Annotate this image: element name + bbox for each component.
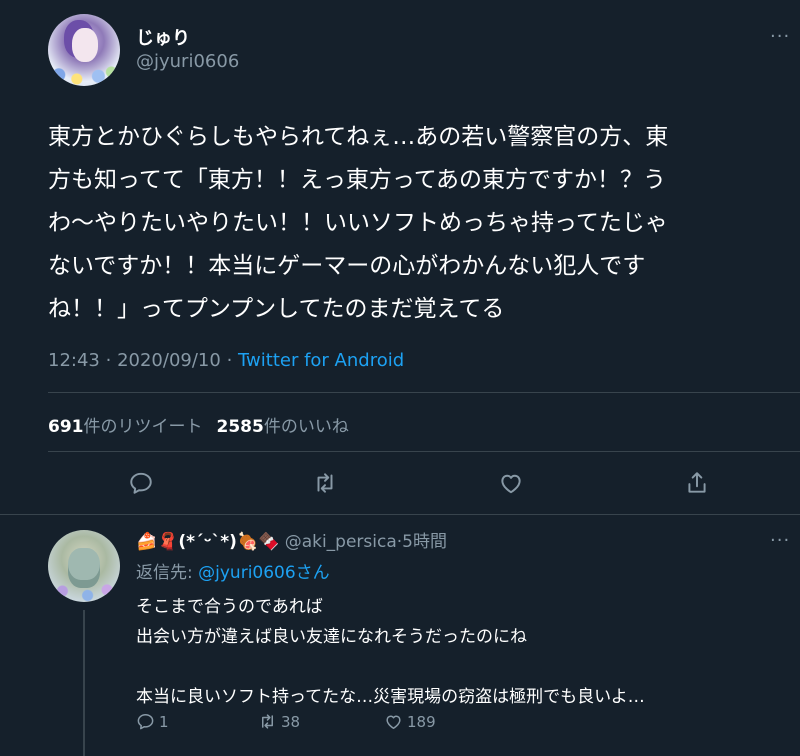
- reply-time[interactable]: 5時間: [402, 532, 447, 552]
- reply-header: 🍰🧣(*ˊᵕˋ*)🍖🍫 @aki_persica·5時間: [136, 527, 447, 552]
- reply-reply-button[interactable]: 1: [136, 712, 169, 731]
- divider: [0, 514, 800, 515]
- tweet-text: 東方とかひぐらしもやられてねぇ…あの若い警察官の方、東 方も知ってて「東方！！え…: [48, 116, 788, 331]
- tweet-text-line: ないですか！！本当にゲーマーの心がわかんない犯人です: [48, 253, 646, 279]
- tweet-text-line: 方も知ってて「東方！！えっ東方ってあの東方ですか！？う: [48, 167, 667, 193]
- like-icon: [501, 474, 521, 494]
- reply-author-avatar[interactable]: [48, 530, 120, 602]
- retweet-count: 38: [281, 712, 301, 731]
- tweet-text-line: 東方とかひぐらしもやられてねぇ…あの若い警察官の方、東: [48, 124, 669, 150]
- tweet-source[interactable]: Twitter for Android: [238, 350, 404, 371]
- like-count: 189: [407, 712, 436, 731]
- reply-icon: [130, 472, 152, 494]
- reply-text-line: 本当に良いソフト持ってたな…災害現場の窃盗は極刑でも良いよ…: [136, 687, 645, 707]
- like-icon: [386, 715, 401, 729]
- meta-separator: ·: [105, 350, 112, 371]
- reply-to: 返信先: @jyuri0606さん: [136, 558, 330, 583]
- reply-text: そこまで合うのであれば 出会い方が違えば良い友達になれそうだったのにね 本当に良…: [136, 592, 645, 712]
- reply-text-line: そこまで合うのであれば: [136, 597, 323, 617]
- tweet-time[interactable]: 12:43: [48, 350, 100, 371]
- likes-stat[interactable]: 2585件のいいね: [217, 417, 349, 437]
- reply-author-handle[interactable]: @aki_persica: [285, 532, 397, 552]
- reply-retweet-button[interactable]: 38: [258, 712, 300, 731]
- tweet-date[interactable]: 2020/09/10: [117, 350, 221, 371]
- reply-count: 1: [159, 712, 169, 731]
- author-display-name[interactable]: じゅり: [136, 24, 190, 50]
- author-avatar[interactable]: [48, 14, 120, 86]
- share-icon: [688, 472, 706, 493]
- likes-label: 件のいいね: [263, 417, 349, 437]
- avatar-face: [72, 28, 98, 62]
- retweet-button[interactable]: [312, 470, 338, 496]
- avatar-flowers: [48, 58, 120, 86]
- reply-to-prefix: 返信先:: [136, 563, 199, 583]
- more-options-icon[interactable]: ···: [770, 26, 790, 47]
- retweets-label: 件のリツイート: [83, 417, 203, 437]
- reply-text-line: 出会い方が違えば良い友達になれそうだったのにね: [136, 627, 527, 647]
- tweet-text-line: わ〜やりたいやりたい！！いいソフトめっちゃ持ってたじゃ: [48, 210, 668, 236]
- reply-text-line: [136, 652, 645, 682]
- reply-author-name[interactable]: 🍰🧣(*ˊᵕˋ*)🍖🍫: [136, 532, 279, 552]
- thread-line: [83, 610, 85, 756]
- meta-separator: ·: [226, 350, 233, 371]
- more-options-icon[interactable]: ···: [770, 530, 790, 551]
- divider: [48, 392, 800, 393]
- divider: [48, 451, 800, 452]
- tweet-meta: 12:43 · 2020/09/10 · Twitter for Android: [48, 350, 404, 371]
- tweet-stats: 691件のリツイート 2585件のいいね: [48, 412, 349, 437]
- author-handle[interactable]: @jyuri0606: [136, 51, 239, 72]
- reply-like-button[interactable]: 189: [384, 712, 436, 731]
- likes-count: 2585: [216, 417, 264, 437]
- share-button[interactable]: [684, 470, 710, 496]
- avatar-flowers: [48, 580, 120, 602]
- retweets-stat[interactable]: 691件のリツイート: [48, 417, 203, 437]
- like-button[interactable]: [498, 470, 524, 496]
- reply-to-mention[interactable]: @jyuri0606さん: [198, 563, 330, 583]
- reply-button[interactable]: [128, 470, 154, 496]
- tweet-detail-page: じゅり @jyuri0606 ··· 東方とかひぐらしもやられてねぇ…あの若い警…: [0, 0, 800, 756]
- reply-icon: [137, 714, 154, 730]
- tweet-text-line: ね！！」ってプンプンしてたのまだ覚えてる: [48, 296, 505, 322]
- retweets-count: 691: [48, 417, 84, 437]
- retweet-icon: [317, 473, 333, 493]
- retweet-icon: [261, 714, 274, 729]
